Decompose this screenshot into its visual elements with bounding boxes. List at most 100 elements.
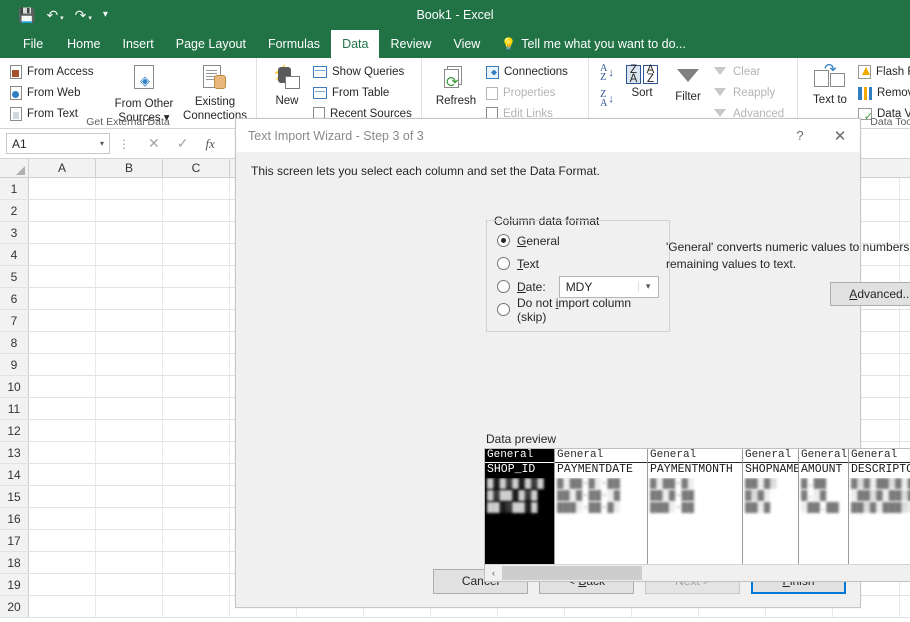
grid-cell[interactable] xyxy=(163,530,230,551)
grid-cell[interactable] xyxy=(96,332,163,353)
preview-horizontal-scrollbar[interactable]: ‹ › xyxy=(485,564,910,581)
grid-cell[interactable] xyxy=(29,222,96,243)
grid-cell[interactable] xyxy=(163,354,230,375)
row-header[interactable]: 1 xyxy=(0,178,29,199)
row-header[interactable]: 17 xyxy=(0,530,29,551)
row-header[interactable]: 3 xyxy=(0,222,29,243)
grid-cell[interactable] xyxy=(163,398,230,419)
flash-fill-button[interactable]: Flash Fill xyxy=(856,62,910,82)
grid-cell[interactable] xyxy=(29,420,96,441)
radio-general[interactable]: General xyxy=(497,229,659,252)
save-icon[interactable]: 💾 xyxy=(18,8,35,22)
grid-cell[interactable] xyxy=(900,420,910,441)
grid-cell[interactable] xyxy=(163,178,230,199)
grid-cell[interactable] xyxy=(29,178,96,199)
grid-cell[interactable] xyxy=(163,376,230,397)
grid-cell[interactable] xyxy=(29,310,96,331)
grid-cell[interactable] xyxy=(29,508,96,529)
grid-cell[interactable] xyxy=(900,332,910,353)
row-header[interactable]: 13 xyxy=(0,442,29,463)
grid-cell[interactable] xyxy=(96,530,163,551)
tab-insert[interactable]: Insert xyxy=(112,30,165,58)
grid-cell[interactable] xyxy=(163,222,230,243)
grid-cell[interactable] xyxy=(900,596,910,617)
grid-cell[interactable] xyxy=(96,244,163,265)
grid-cell[interactable] xyxy=(96,596,163,617)
grid-cell[interactable] xyxy=(29,398,96,419)
name-box[interactable]: A1 ▾ xyxy=(6,133,110,154)
grid-cell[interactable] xyxy=(163,332,230,353)
grid-cell[interactable] xyxy=(96,222,163,243)
grid-cell[interactable] xyxy=(163,552,230,573)
row-header[interactable]: 12 xyxy=(0,420,29,441)
grid-cell[interactable] xyxy=(29,464,96,485)
grid-cell[interactable] xyxy=(96,266,163,287)
close-icon[interactable]: ✕ xyxy=(820,119,860,152)
from-table-button[interactable]: From Table xyxy=(311,83,415,103)
grid-cell[interactable] xyxy=(96,508,163,529)
grid-cell[interactable] xyxy=(96,354,163,375)
grid-cell[interactable] xyxy=(96,464,163,485)
row-header[interactable]: 18 xyxy=(0,552,29,573)
row-header[interactable]: 2 xyxy=(0,200,29,221)
row-header[interactable]: 11 xyxy=(0,398,29,419)
radio-skip-column[interactable]: Do not import column (skip) xyxy=(497,296,659,324)
row-header[interactable]: 10 xyxy=(0,376,29,397)
show-queries-button[interactable]: Show Queries xyxy=(311,62,415,82)
grid-cell[interactable] xyxy=(96,420,163,441)
grid-cell[interactable] xyxy=(163,442,230,463)
grid-cell[interactable] xyxy=(96,376,163,397)
undo-icon[interactable]: ↶ ▾ xyxy=(46,8,63,22)
row-header[interactable]: 8 xyxy=(0,332,29,353)
customize-qat-icon[interactable]: ▾ xyxy=(103,10,108,20)
column-header-b[interactable]: B xyxy=(96,159,163,177)
connections-button[interactable]: Connections xyxy=(484,62,582,82)
grid-cell[interactable] xyxy=(900,354,910,375)
row-header[interactable]: 15 xyxy=(0,486,29,507)
row-header[interactable]: 4 xyxy=(0,244,29,265)
grid-cell[interactable] xyxy=(29,486,96,507)
preview-column[interactable]: General SHOPNAME ██░█▒ █▒█░ ██░█ xyxy=(743,449,799,564)
tab-data[interactable]: Data xyxy=(331,30,380,58)
column-header-a[interactable]: A xyxy=(29,159,96,177)
radio-text[interactable]: Text xyxy=(497,252,659,275)
grid-cell[interactable] xyxy=(29,200,96,221)
redo-icon[interactable]: ↷ ▾ xyxy=(75,8,92,22)
tab-view[interactable]: View xyxy=(442,30,491,58)
grid-cell[interactable] xyxy=(163,574,230,595)
hscroll-track[interactable] xyxy=(502,565,910,582)
grid-cell[interactable] xyxy=(29,530,96,551)
enter-icon[interactable]: ✓ xyxy=(177,135,189,152)
grid-cell[interactable] xyxy=(96,288,163,309)
grid-cell[interactable] xyxy=(29,332,96,353)
grid-cell[interactable] xyxy=(29,266,96,287)
row-header[interactable]: 20 xyxy=(0,596,29,617)
grid-cell[interactable] xyxy=(29,442,96,463)
grid-cell[interactable] xyxy=(163,508,230,529)
grid-cell[interactable] xyxy=(96,552,163,573)
grid-cell[interactable] xyxy=(29,596,96,617)
row-header[interactable]: 5 xyxy=(0,266,29,287)
cancel-icon[interactable]: ✕ xyxy=(148,135,160,152)
grid-cell[interactable] xyxy=(29,288,96,309)
grid-cell[interactable] xyxy=(163,200,230,221)
grid-cell[interactable] xyxy=(163,486,230,507)
row-header[interactable]: 7 xyxy=(0,310,29,331)
advanced-button[interactable]: Advanced... xyxy=(830,282,910,306)
sort-ascending-button[interactable]: AZ ↓ xyxy=(600,64,614,83)
grid-cell[interactable] xyxy=(29,244,96,265)
tab-formulas[interactable]: Formulas xyxy=(257,30,331,58)
from-access-button[interactable]: From Access xyxy=(8,62,108,82)
scroll-left-icon[interactable]: ‹ xyxy=(485,568,502,578)
hscroll-thumb[interactable] xyxy=(502,565,642,580)
insert-function-icon[interactable]: fx xyxy=(205,136,214,152)
grid-cell[interactable] xyxy=(163,244,230,265)
row-header[interactable]: 6 xyxy=(0,288,29,309)
sort-descending-button[interactable]: ZA ↓ xyxy=(600,90,614,109)
help-icon[interactable]: ? xyxy=(780,119,820,152)
date-format-select[interactable]: MDY ▾ xyxy=(558,275,659,298)
grid-cell[interactable] xyxy=(96,442,163,463)
row-header[interactable]: 16 xyxy=(0,508,29,529)
grid-cell[interactable] xyxy=(29,574,96,595)
grid-cell[interactable] xyxy=(96,178,163,199)
